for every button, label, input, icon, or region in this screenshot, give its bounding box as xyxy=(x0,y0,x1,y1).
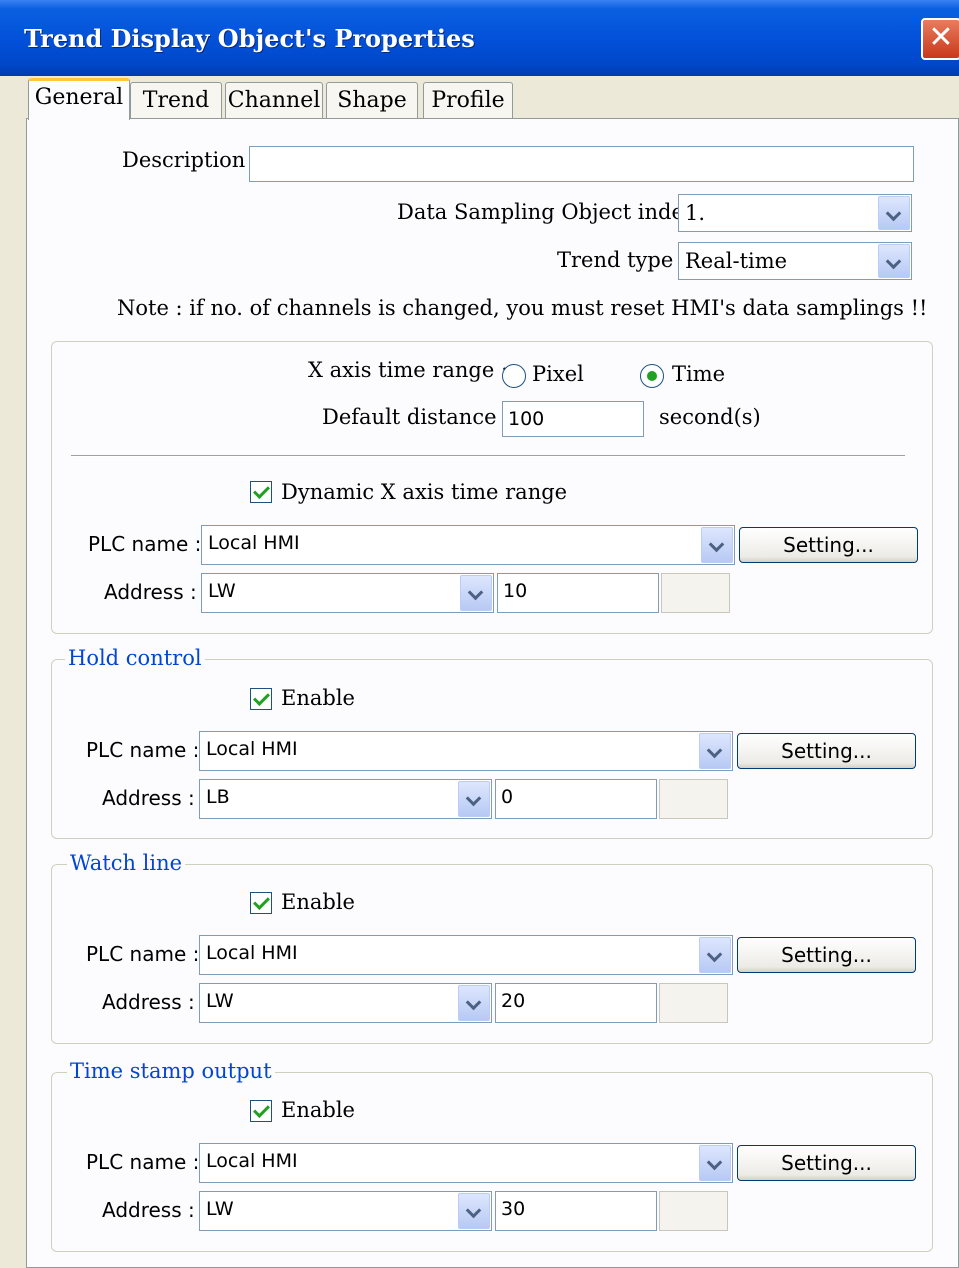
hold-plc-name-select[interactable]: Local HMI xyxy=(199,731,733,771)
plc-name-value: Local HMI xyxy=(206,738,298,760)
plc-name-label: PLC name : xyxy=(86,1150,200,1174)
address-device-value: LW xyxy=(206,990,234,1012)
window-title: Trend Display Object's Properties xyxy=(24,24,475,53)
time-stamp-setting-button[interactable]: Setting... xyxy=(737,1145,916,1181)
chevron-down-icon[interactable] xyxy=(699,733,731,769)
address-extra-field xyxy=(659,983,728,1023)
watch-address-input[interactable]: 20 xyxy=(495,983,657,1023)
time-stamp-enable-checkbox[interactable] xyxy=(250,1100,272,1122)
watch-enable-checkbox[interactable] xyxy=(250,892,272,914)
hold-enable-checkbox[interactable] xyxy=(250,688,272,710)
chevron-down-icon[interactable] xyxy=(699,1145,731,1181)
address-label: Address : xyxy=(102,1198,195,1222)
plc-name-value: Local HMI xyxy=(206,942,298,964)
x-axis-range-label: X axis time range : xyxy=(308,358,509,382)
address-device-value: LW xyxy=(206,1198,234,1220)
plc-name-value: Local HMI xyxy=(206,1150,298,1172)
watch-plc-name-select[interactable]: Local HMI xyxy=(199,935,733,975)
address-extra-field xyxy=(659,779,728,819)
address-device-value: LW xyxy=(208,580,236,602)
time-stamp-address-input[interactable]: 30 xyxy=(495,1191,657,1231)
address-extra-field xyxy=(659,1191,728,1231)
watch-line-legend: Watch line xyxy=(67,851,186,875)
chevron-down-icon[interactable] xyxy=(701,527,733,563)
address-extra-field xyxy=(661,573,730,613)
tab-trend[interactable]: Trend xyxy=(130,82,222,118)
pixel-radio[interactable] xyxy=(502,364,526,388)
plc-name-label: PLC name : xyxy=(88,532,202,556)
sampling-index-select[interactable]: 1. xyxy=(678,194,912,232)
title-bar: Trend Display Object's Properties ✕ xyxy=(0,0,959,76)
address-device-select[interactable]: LW xyxy=(201,573,494,613)
address-label: Address : xyxy=(104,580,197,604)
address-label: Address : xyxy=(102,786,195,810)
plc-name-label: PLC name : xyxy=(86,738,200,762)
hold-setting-button[interactable]: Setting... xyxy=(737,733,916,769)
tab-shape[interactable]: Shape xyxy=(326,82,418,118)
separator xyxy=(71,455,905,457)
distance-unit-label: second(s) xyxy=(659,405,761,429)
tab-profile[interactable]: Profile xyxy=(423,82,513,118)
time-radio-label[interactable]: Time xyxy=(672,362,725,386)
hold-address-device-select[interactable]: LB xyxy=(199,779,492,819)
watch-setting-button[interactable]: Setting... xyxy=(737,937,916,973)
dynamic-x-axis-checkbox[interactable] xyxy=(250,481,272,503)
tab-general[interactable]: General xyxy=(28,78,130,120)
chevron-down-icon[interactable] xyxy=(699,937,731,973)
address-label: Address : xyxy=(102,990,195,1014)
trend-type-value: Real-time xyxy=(685,249,788,273)
dynamic-x-axis-label[interactable]: Dynamic X axis time range xyxy=(281,480,567,504)
time-stamp-legend: Time stamp output xyxy=(67,1059,275,1083)
sampling-index-value: 1. xyxy=(685,201,706,225)
time-stamp-enable-label[interactable]: Enable xyxy=(281,1098,355,1122)
tab-bar: General Trend Channel Shape Profile xyxy=(0,78,959,120)
tab-channel[interactable]: Channel xyxy=(225,82,323,118)
sampling-index-label: Data Sampling Object index : xyxy=(397,200,710,224)
chevron-down-icon[interactable] xyxy=(458,985,490,1021)
watch-enable-label[interactable]: Enable xyxy=(281,890,355,914)
plc-setting-button[interactable]: Setting... xyxy=(739,527,918,563)
time-stamp-plc-name-select[interactable]: Local HMI xyxy=(199,1143,733,1183)
plc-name-select[interactable]: Local HMI xyxy=(201,525,735,565)
chevron-down-icon[interactable] xyxy=(458,781,490,817)
description-label: Description : xyxy=(122,148,260,172)
chevron-down-icon[interactable] xyxy=(458,1193,490,1229)
address-input[interactable]: 10 xyxy=(497,573,659,613)
chevron-down-icon[interactable] xyxy=(878,196,910,230)
watch-address-device-select[interactable]: LW xyxy=(199,983,492,1023)
description-input[interactable] xyxy=(249,146,914,182)
hold-address-input[interactable]: 0 xyxy=(495,779,657,819)
default-distance-input[interactable]: 100 xyxy=(502,401,644,437)
time-stamp-address-device-select[interactable]: LW xyxy=(199,1191,492,1231)
note-text: Note : if no. of channels is changed, yo… xyxy=(117,296,928,320)
pixel-radio-label[interactable]: Pixel xyxy=(532,362,584,386)
close-button[interactable]: ✕ xyxy=(921,18,959,60)
hold-control-legend: Hold control xyxy=(65,646,205,670)
address-device-value: LB xyxy=(206,786,230,808)
trend-type-select[interactable]: Real-time xyxy=(678,242,912,280)
hold-enable-label[interactable]: Enable xyxy=(281,686,355,710)
trend-type-label: Trend type : xyxy=(557,248,688,272)
time-radio[interactable] xyxy=(640,364,664,388)
plc-name-value: Local HMI xyxy=(208,532,300,554)
chevron-down-icon[interactable] xyxy=(878,244,910,278)
default-distance-label: Default distance : xyxy=(322,405,511,429)
plc-name-label: PLC name : xyxy=(86,942,200,966)
chevron-down-icon[interactable] xyxy=(460,575,492,611)
